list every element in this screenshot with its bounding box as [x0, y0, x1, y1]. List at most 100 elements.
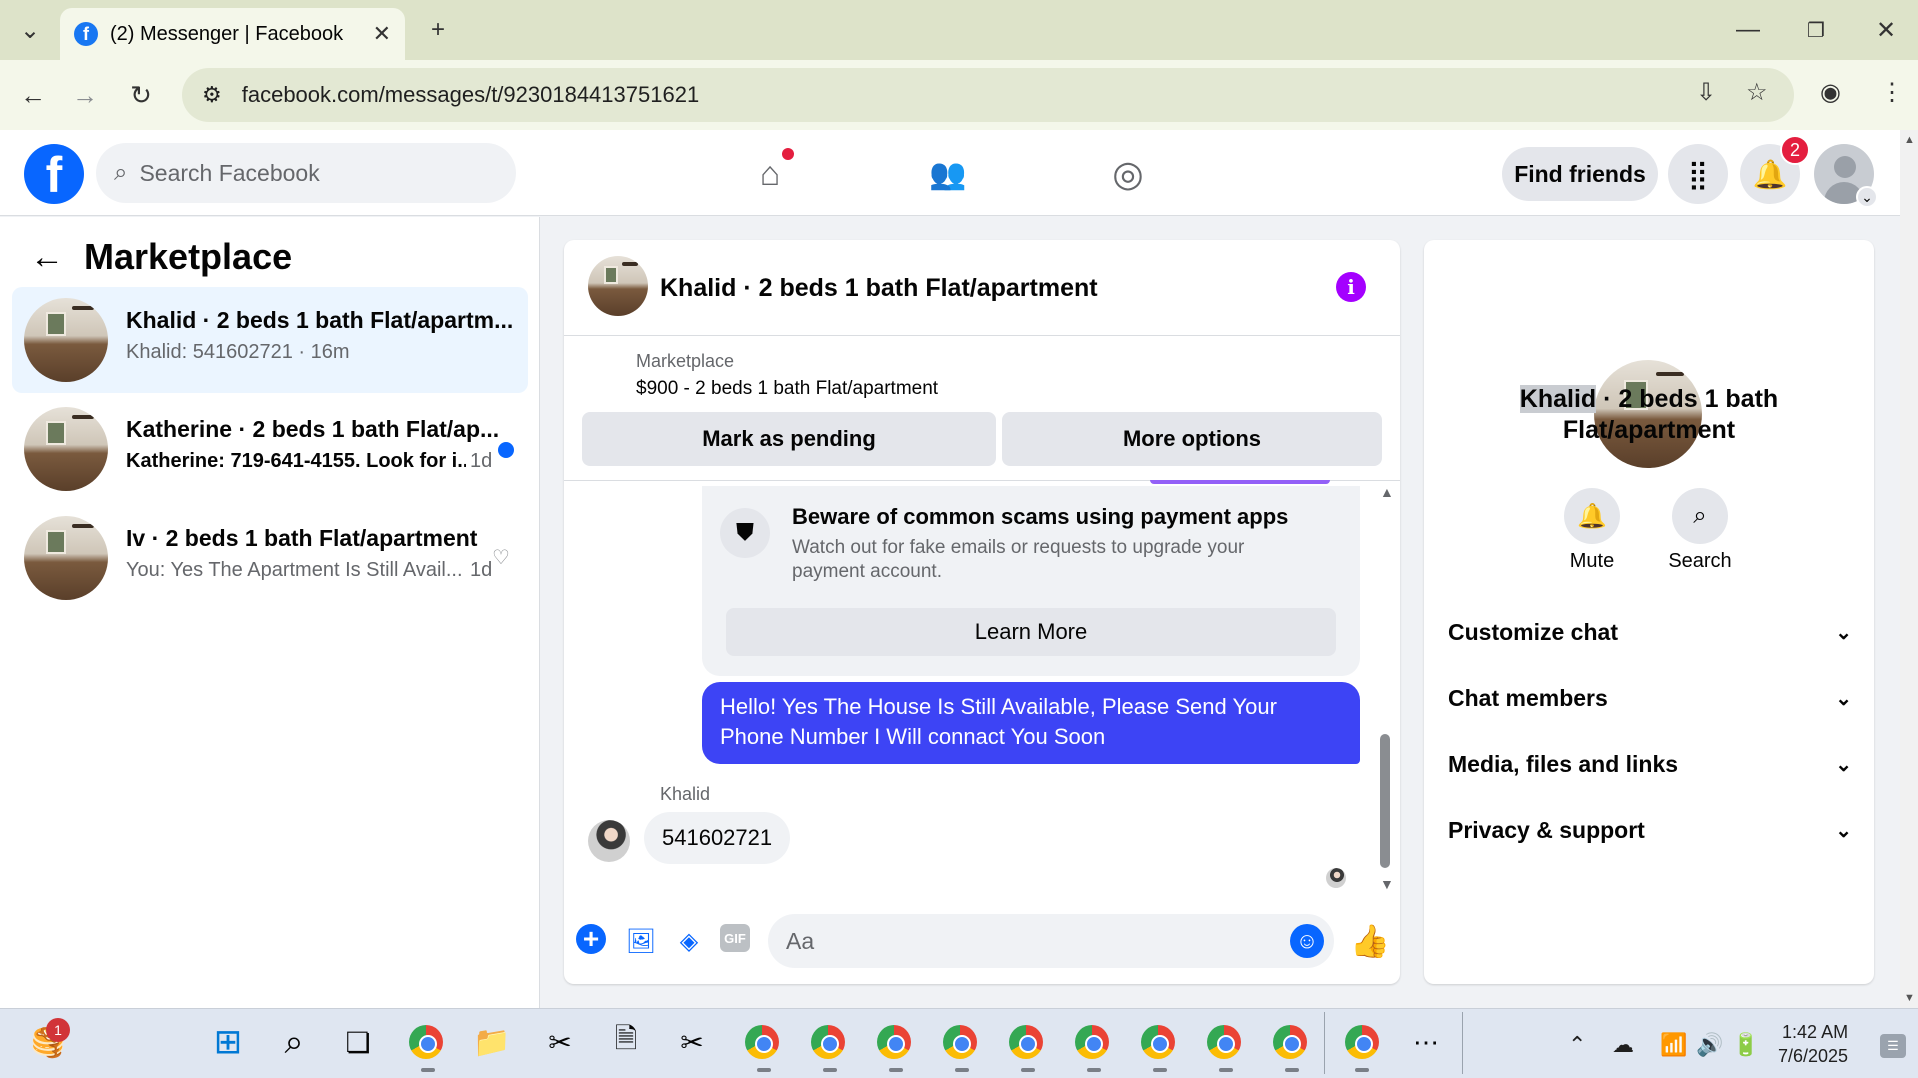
- running-indicator: [1087, 1068, 1101, 1072]
- section-label: Privacy & support: [1448, 816, 1645, 843]
- conversation-item-katherine[interactable]: Katherine · 2 beds 1 bath Flat/ap... Kat…: [12, 396, 528, 502]
- page-scroll-down-icon[interactable]: ▼: [1904, 992, 1915, 1004]
- chrome-profile-4-icon[interactable]: [938, 1020, 982, 1064]
- chrome-profile-7-icon[interactable]: [1136, 1020, 1180, 1064]
- conversation-item-iv[interactable]: Iv · 2 beds 1 bath Flat/apartment You: Y…: [12, 505, 528, 611]
- scroll-up-arrow-icon[interactable]: ▲: [1380, 484, 1394, 500]
- chat-scrollbar-thumb[interactable]: [1380, 734, 1390, 868]
- install-app-icon[interactable]: ⇩: [1696, 78, 1716, 107]
- sender-avatar[interactable]: [588, 820, 630, 862]
- mark-as-pending-button[interactable]: Mark as pending: [582, 412, 996, 466]
- more-actions-plus-icon[interactable]: +: [576, 923, 606, 954]
- volume-icon[interactable]: 🔊: [1696, 1032, 1723, 1058]
- listing-price-title[interactable]: $900 - 2 beds 1 bath Flat/apartment: [636, 378, 938, 400]
- unread-dot: [498, 442, 514, 458]
- search-label[interactable]: Search: [1645, 550, 1755, 573]
- new-tab-icon[interactable]: +: [418, 12, 458, 48]
- account-chevron-down-icon[interactable]: ⌄: [1856, 186, 1878, 208]
- close-window-icon[interactable]: ✕: [1866, 12, 1906, 48]
- find-friends-button[interactable]: Find friends: [1502, 147, 1658, 201]
- chrome-profile-3-icon[interactable]: [872, 1020, 916, 1064]
- facebook-search-input[interactable]: ⌕ Search Facebook: [96, 143, 516, 203]
- chat-members-row[interactable]: Chat members ⌄: [1448, 673, 1852, 723]
- battery-charging-icon[interactable]: 🔋: [1732, 1032, 1759, 1058]
- chrome-profile-6-icon[interactable]: [1070, 1020, 1114, 1064]
- scroll-down-arrow-icon[interactable]: ▼: [1380, 876, 1394, 892]
- browser-menu-icon[interactable]: ⋮: [1880, 78, 1904, 107]
- chat-info-icon[interactable]: i: [1336, 272, 1366, 302]
- search-conversation-icon[interactable]: ⌕: [1672, 488, 1728, 544]
- page-scroll-up-icon[interactable]: ▲: [1904, 134, 1915, 146]
- notification-center-icon[interactable]: ☰: [1880, 1034, 1906, 1058]
- incoming-message-bubble[interactable]: 541602721: [644, 812, 791, 864]
- chevron-down-icon: ⌄: [1835, 621, 1852, 644]
- more-options-button[interactable]: More options: [1002, 412, 1382, 466]
- show-hidden-icons-chevron-icon[interactable]: ⌃: [1568, 1032, 1586, 1058]
- menu-grid-icon[interactable]: ⣿: [1668, 144, 1728, 204]
- mute-bell-icon[interactable]: 🔔: [1564, 488, 1620, 544]
- minimize-window-icon[interactable]: —: [1728, 12, 1768, 48]
- close-tab-icon[interactable]: ✕: [373, 21, 391, 47]
- site-settings-icon[interactable]: ⚙: [202, 82, 222, 108]
- notepad-icon[interactable]: 🗎: [604, 1020, 648, 1064]
- forward-icon[interactable]: →: [64, 74, 106, 116]
- attach-photo-icon[interactable]: 🖼: [624, 924, 658, 958]
- conversation-preview: Khalid: 541602721 · 16m: [126, 341, 350, 363]
- chat-listing-avatar[interactable]: [588, 256, 648, 316]
- friends-icon[interactable]: 👥: [924, 150, 972, 198]
- chrome-profile-1-icon[interactable]: [740, 1020, 784, 1064]
- chrome-app-icon[interactable]: [404, 1020, 448, 1064]
- marketplace-title: Marketplace: [84, 236, 293, 277]
- search-icon: ⌕: [114, 159, 128, 186]
- browser-tab[interactable]: f (2) Messenger | Facebook ✕: [60, 8, 405, 60]
- restore-window-icon[interactable]: ❐: [1796, 12, 1836, 48]
- back-arrow-icon[interactable]: ←: [30, 238, 64, 277]
- running-indicator: [421, 1068, 435, 1072]
- tab-search-chevron-icon[interactable]: ⌄: [10, 12, 50, 48]
- facebook-favicon-icon: f: [74, 22, 98, 46]
- conversation-time: 1d: [470, 450, 493, 472]
- onedrive-cloud-icon[interactable]: ☁: [1612, 1032, 1634, 1058]
- outgoing-message-bubble[interactable]: Hello! Yes The House Is Still Available,…: [702, 682, 1360, 764]
- chrome-profile-8-icon[interactable]: [1202, 1020, 1246, 1064]
- more-apps-icon[interactable]: ⋯: [1404, 1020, 1448, 1064]
- paint-icon[interactable]: ✂: [670, 1020, 714, 1064]
- address-bar[interactable]: ⚙ facebook.com/messages/t/92301844137516…: [182, 68, 1794, 122]
- sticker-icon[interactable]: ◈: [672, 924, 706, 958]
- bookmark-star-icon[interactable]: ☆: [1746, 78, 1768, 107]
- windows-start-icon[interactable]: ⊞: [206, 1020, 250, 1064]
- message-input[interactable]: Aa: [768, 914, 1334, 968]
- facebook-logo-icon[interactable]: f: [24, 144, 84, 204]
- learn-more-button[interactable]: Learn More: [726, 608, 1336, 656]
- chrome-profile-5-icon[interactable]: [1004, 1020, 1048, 1064]
- back-icon[interactable]: ←: [12, 74, 54, 116]
- emoji-icon[interactable]: ☺: [1290, 924, 1324, 958]
- wifi-icon[interactable]: 📶: [1660, 1032, 1687, 1058]
- customize-chat-row[interactable]: Customize chat ⌄: [1448, 607, 1852, 657]
- taskbar-clock[interactable]: 1:42 AM 7/6/2025: [1778, 1020, 1848, 1068]
- conversation-item-khalid[interactable]: Khalid · 2 beds 1 bath Flat/apartm... Kh…: [12, 287, 528, 393]
- page-scrollbar[interactable]: ▲ ▼: [1900, 130, 1918, 1008]
- file-explorer-icon[interactable]: 📁: [470, 1020, 514, 1064]
- task-view-icon[interactable]: ❏: [336, 1020, 380, 1064]
- mute-label[interactable]: Mute: [1537, 550, 1647, 573]
- running-indicator: [1219, 1068, 1233, 1072]
- chrome-profile-2-icon[interactable]: [806, 1020, 850, 1064]
- chrome-profile-10-icon[interactable]: [1340, 1020, 1384, 1064]
- gif-icon[interactable]: GIF: [720, 924, 750, 952]
- media-files-links-row[interactable]: Media, files and links ⌄: [1448, 739, 1852, 789]
- snipping-tool-icon[interactable]: ✂: [538, 1020, 582, 1064]
- chat-title[interactable]: Khalid · 2 beds 1 bath Flat/apartment: [660, 274, 1098, 303]
- shield-icon: ⛊: [720, 508, 770, 558]
- running-indicator: [1285, 1068, 1299, 1072]
- taskbar-search-icon[interactable]: ⌕: [272, 1020, 316, 1064]
- section-label: Customize chat: [1448, 618, 1618, 645]
- groups-icon[interactable]: ◎: [1104, 150, 1152, 198]
- seen-heart-icon: ♡: [492, 547, 510, 569]
- chrome-profile-9-icon[interactable]: [1268, 1020, 1312, 1064]
- thumbs-up-like-icon[interactable]: 👍: [1350, 922, 1390, 960]
- reload-icon[interactable]: ↻: [120, 74, 162, 116]
- running-indicator: [823, 1068, 837, 1072]
- privacy-support-row[interactable]: Privacy & support ⌄: [1448, 805, 1852, 855]
- profile-icon[interactable]: ◉: [1820, 78, 1841, 107]
